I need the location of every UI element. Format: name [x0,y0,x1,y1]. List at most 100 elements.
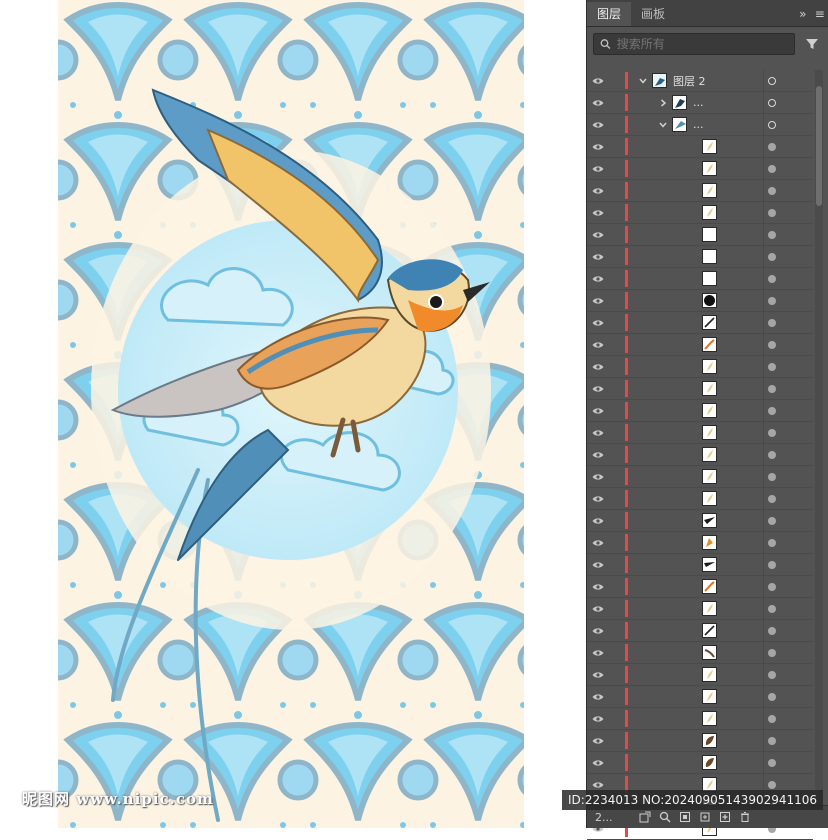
layer-row-top[interactable]: 图层 2 [587,70,813,92]
lock-toggle[interactable] [609,92,625,113]
sublayer-row[interactable] [587,202,813,224]
target-circle[interactable] [768,318,776,327]
target-circle[interactable] [768,76,776,85]
target-circle[interactable] [768,626,776,635]
lock-toggle[interactable] [609,620,625,641]
sublayer-row[interactable] [587,158,813,180]
visibility-toggle[interactable] [587,473,609,481]
visibility-toggle[interactable] [587,451,609,459]
visibility-toggle[interactable] [587,341,609,349]
target-circle[interactable] [768,384,776,393]
sublayer-row[interactable] [587,268,813,290]
scrollbar-thumb[interactable] [816,86,822,206]
target-circle[interactable] [768,692,776,701]
layer-name[interactable]: 图层 2 [673,73,706,89]
target-circle[interactable] [768,736,776,745]
lock-toggle[interactable] [609,532,625,553]
sublayer-row[interactable] [587,554,813,576]
sublayer-row[interactable] [587,400,813,422]
target-circle[interactable] [768,208,776,217]
lock-toggle[interactable] [609,752,625,773]
visibility-toggle[interactable] [587,165,609,173]
filter-button[interactable] [801,33,823,55]
visibility-toggle[interactable] [587,605,609,613]
sublayer-row[interactable] [587,532,813,554]
group-row-2[interactable]: ... [587,114,813,136]
sublayer-row[interactable] [587,664,813,686]
visibility-toggle[interactable] [587,187,609,195]
visibility-toggle[interactable] [587,297,609,305]
panel-menu-icon[interactable]: ≡ [815,7,825,21]
lock-toggle[interactable] [609,400,625,421]
expand-toggle[interactable] [636,77,650,85]
visibility-toggle[interactable] [587,649,609,657]
clipping-mask-button[interactable] [675,808,695,826]
target-circle[interactable] [768,186,776,195]
sublayer-row[interactable] [587,488,813,510]
lock-toggle[interactable] [609,136,625,157]
target-circle[interactable] [768,516,776,525]
sublayer-row[interactable] [587,312,813,334]
visibility-toggle[interactable] [587,209,609,217]
sublayer-row[interactable] [587,356,813,378]
lock-toggle[interactable] [609,114,625,135]
target-circle[interactable] [768,714,776,723]
target-circle[interactable] [768,538,776,547]
sublayer-row[interactable] [587,136,813,158]
sublayer-row[interactable] [587,422,813,444]
search-input[interactable] [610,36,788,52]
target-circle[interactable] [768,274,776,283]
target-circle[interactable] [768,362,776,371]
target-circle[interactable] [768,230,776,239]
target-circle[interactable] [768,142,776,151]
sublayer-row[interactable] [587,378,813,400]
lock-toggle[interactable] [609,488,625,509]
visibility-toggle[interactable] [587,781,609,789]
visibility-toggle[interactable] [587,253,609,261]
sublayer-row[interactable] [587,466,813,488]
visibility-toggle[interactable] [587,561,609,569]
lock-toggle[interactable] [609,312,625,333]
sublayer-row[interactable] [587,290,813,312]
sublayer-row[interactable] [587,510,813,532]
tab-layers[interactable]: 图层 [587,2,632,26]
target-circle[interactable] [768,98,776,107]
layers-scrollbar[interactable] [815,70,823,800]
lock-toggle[interactable] [609,576,625,597]
locate-object-button[interactable] [655,808,675,826]
sublayer-row[interactable] [587,334,813,356]
visibility-toggle[interactable] [587,319,609,327]
visibility-toggle[interactable] [587,693,609,701]
target-circle[interactable] [768,472,776,481]
lock-toggle[interactable] [609,444,625,465]
target-circle[interactable] [768,252,776,261]
lock-toggle[interactable] [609,158,625,179]
new-layer-button[interactable] [715,808,735,826]
visibility-toggle[interactable] [587,583,609,591]
sublayer-row[interactable] [587,598,813,620]
visibility-toggle[interactable] [587,715,609,723]
target-circle[interactable] [768,648,776,657]
new-sublayer-button[interactable] [695,808,715,826]
tab-artboards[interactable]: 画板 [631,2,675,26]
sublayer-row[interactable] [587,708,813,730]
lock-toggle[interactable] [609,224,625,245]
visibility-toggle[interactable] [587,121,609,129]
target-circle[interactable] [768,450,776,459]
lock-toggle[interactable] [609,70,625,91]
lock-toggle[interactable] [609,268,625,289]
sublayer-row[interactable] [587,642,813,664]
sublayer-row[interactable] [587,224,813,246]
lock-toggle[interactable] [609,554,625,575]
lock-toggle[interactable] [609,378,625,399]
lock-toggle[interactable] [609,334,625,355]
sublayer-row[interactable] [587,686,813,708]
sublayer-row[interactable] [587,246,813,268]
lock-toggle[interactable] [609,356,625,377]
target-circle[interactable] [768,406,776,415]
target-circle[interactable] [768,428,776,437]
lock-toggle[interactable] [609,246,625,267]
visibility-toggle[interactable] [587,385,609,393]
visibility-toggle[interactable] [587,737,609,745]
visibility-toggle[interactable] [587,627,609,635]
